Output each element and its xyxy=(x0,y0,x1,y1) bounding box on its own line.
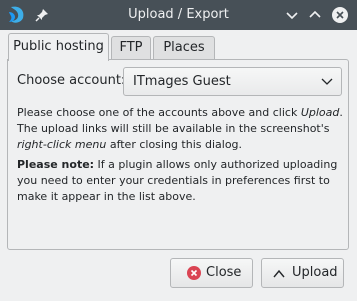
public-hosting-panel: Choose account: ITmages Guest Please cho… xyxy=(7,59,349,250)
title-bar[interactable]: Upload / Export xyxy=(0,0,357,30)
cancel-circle-icon xyxy=(187,266,201,280)
account-select-value: ITmages Guest xyxy=(133,74,231,89)
info-context-menu: right-click menu xyxy=(17,138,107,151)
account-label: Choose account: xyxy=(17,73,126,88)
tab-ftp[interactable]: FTP xyxy=(111,36,151,60)
note-text: Please note: If a plugin allows only aut… xyxy=(17,157,345,205)
note-heading: Please note: xyxy=(17,158,95,171)
info-upload-word: Upload xyxy=(300,106,340,119)
chevron-up-icon xyxy=(273,269,285,278)
tab-public-hosting[interactable]: Public hosting xyxy=(8,33,109,61)
upload-button[interactable]: Upload xyxy=(261,258,344,288)
info-text: Please choose one of the accounts above … xyxy=(17,105,345,153)
chevron-down-icon xyxy=(321,78,333,85)
window-title: Upload / Export xyxy=(128,7,229,22)
chevron-down-icon[interactable] xyxy=(283,6,301,24)
close-button-label: Close xyxy=(206,265,242,280)
close-button[interactable]: Close xyxy=(170,258,253,288)
close-icon[interactable] xyxy=(331,6,349,24)
info-text-part1: Please choose one of the accounts above … xyxy=(17,106,301,119)
chevron-up-icon[interactable] xyxy=(306,6,324,24)
tab-places[interactable]: Places xyxy=(153,36,215,60)
info-text-part3: after closing this dialog. xyxy=(106,138,243,151)
upload-button-label: Upload xyxy=(292,265,338,280)
account-select[interactable]: ITmages Guest xyxy=(123,67,342,96)
